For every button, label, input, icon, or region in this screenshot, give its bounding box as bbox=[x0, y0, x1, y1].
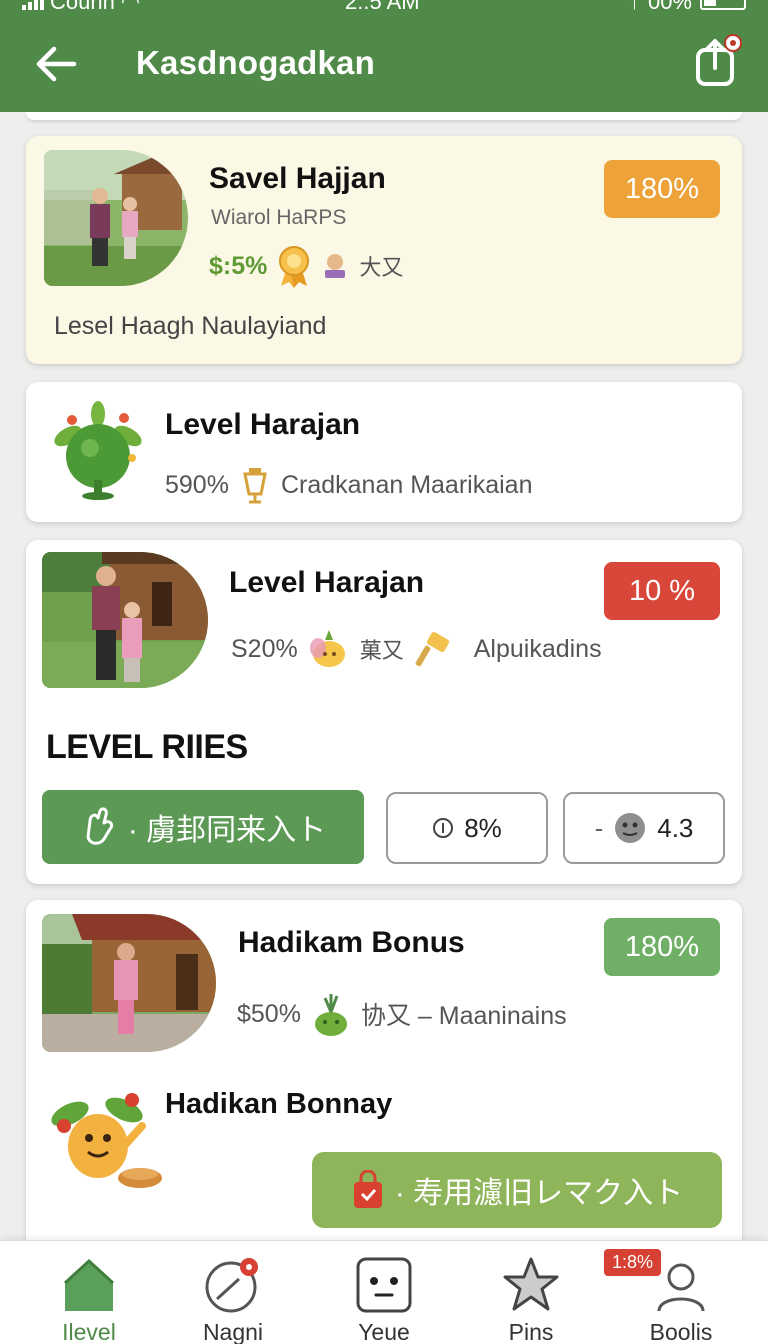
profile-photo bbox=[42, 552, 208, 688]
status-left: Couhn ◠ bbox=[22, 0, 141, 14]
content-scroll[interactable]: Savel Hajjan Wiarol HaRPS $:5% 大又 Lesel … bbox=[0, 112, 768, 1240]
hammer-icon bbox=[415, 632, 449, 667]
percent-chip[interactable]: 8% bbox=[386, 792, 548, 864]
location-text: Alpuikadins bbox=[473, 634, 602, 663]
stat-value: $50% bbox=[237, 999, 301, 1028]
shopping-bag-icon bbox=[353, 1170, 382, 1208]
pineapple-icon bbox=[309, 630, 345, 667]
rating-chip[interactable]: - 4.3 bbox=[563, 792, 725, 864]
arrow-left-icon bbox=[36, 46, 77, 82]
player-stats: $:5% 大又 bbox=[209, 244, 403, 288]
carrier-name: Couhn bbox=[50, 0, 115, 14]
level-stats: 590% Cradkanan Maarikaian bbox=[165, 466, 532, 504]
nav-label: Ilevel bbox=[62, 1319, 116, 1344]
share-button[interactable] bbox=[694, 34, 742, 88]
info-icon bbox=[433, 818, 454, 838]
location-text: Cradkanan Maarikaian bbox=[280, 470, 533, 499]
profile-photo bbox=[42, 914, 216, 1052]
percent-chip-value: 8% bbox=[464, 812, 502, 843]
nav-item-boolis[interactable]: 1:8% Boolis bbox=[604, 1241, 756, 1344]
percent-badge: 180% bbox=[604, 160, 720, 218]
nav-label: Yeue bbox=[358, 1319, 410, 1344]
signal-icon bbox=[22, 0, 44, 10]
bonus-claim-label: · 寿用濾旧レマク入ト bbox=[394, 1177, 684, 1210]
star-icon bbox=[503, 1257, 559, 1311]
stat-value: $:5% bbox=[209, 251, 268, 280]
section-title: LEVEL RIIES bbox=[46, 728, 248, 766]
nav-item-nagni[interactable]: Nagni bbox=[158, 1241, 308, 1344]
bonus-subtitle: Hadikan Bonnay bbox=[165, 1088, 393, 1120]
nav-label: Pins bbox=[508, 1319, 554, 1344]
join-button-label: · 虜邽同来入ト bbox=[127, 814, 327, 847]
battery-percent: 00% bbox=[647, 0, 692, 14]
app-bar: Couhn ◠ 2:.5 AM ↑ 00% Kasdnogadkan bbox=[0, 0, 768, 112]
wifi-icon: ◠ bbox=[120, 0, 141, 14]
hand-wave-icon bbox=[86, 807, 113, 845]
nav-item-level[interactable]: Ilevel bbox=[14, 1241, 164, 1344]
lantern-icon bbox=[243, 468, 267, 504]
bonus-card[interactable]: Hadikam Bonus $50% 协又 – Maaninains 180% … bbox=[26, 900, 742, 1240]
player-name: Savel Hajjan bbox=[209, 162, 386, 195]
plant-mascot-icon bbox=[54, 401, 142, 500]
emoji-face-icon bbox=[615, 813, 646, 843]
level-name: Level Harajan bbox=[229, 566, 425, 599]
stat-value: 590% bbox=[165, 470, 229, 499]
stat-value: S20% bbox=[231, 634, 298, 663]
status-time: 2:.5 AM bbox=[345, 0, 420, 14]
status-bar: Couhn ◠ 2:.5 AM ↑ 00% bbox=[0, 0, 768, 16]
level-stats: S20% 菓又 Alpuikadins bbox=[231, 630, 602, 668]
fruit-mascot-icon bbox=[51, 1093, 162, 1188]
bonus-name: Hadikam Bonus bbox=[238, 926, 465, 959]
level-name: Level Harajan bbox=[165, 408, 361, 441]
nav-label: Boolis bbox=[649, 1319, 713, 1344]
extra-text: 协又 – Maaninains bbox=[360, 1002, 567, 1030]
status-right: ↑ 00% bbox=[628, 0, 746, 14]
previous-card-edge bbox=[26, 112, 742, 120]
nav-label: Nagni bbox=[202, 1319, 264, 1344]
profile-photo bbox=[44, 150, 188, 286]
home-icon bbox=[63, 1258, 115, 1311]
sprout-icon bbox=[314, 994, 347, 1036]
back-button[interactable] bbox=[30, 40, 82, 88]
bottom-navigation: Ilevel Nagni Yeue Pins 1:8% Boolis bbox=[0, 1240, 768, 1344]
notification-dot bbox=[724, 34, 742, 52]
card-note: Lesel Haagh Naulayiand bbox=[54, 312, 327, 340]
page-title: Kasdnogadkan bbox=[136, 44, 375, 81]
bonus-claim-button[interactable]: · 寿用濾旧レマク入ト bbox=[312, 1152, 722, 1228]
medal-icon bbox=[279, 246, 310, 288]
percent-badge: 180% bbox=[604, 918, 720, 976]
player-subtitle: Wiarol HaRPS bbox=[211, 206, 347, 229]
face-icon bbox=[356, 1257, 412, 1313]
extra-text: 菓又 bbox=[359, 638, 404, 663]
compass-icon bbox=[205, 1258, 258, 1313]
nav-item-yeue[interactable]: Yeue bbox=[309, 1241, 459, 1344]
nav-badge: 1:8% bbox=[604, 1249, 662, 1276]
battery-icon bbox=[700, 0, 746, 10]
extra-text: 大又 bbox=[359, 255, 404, 280]
bonus-stats: $50% 协又 – Maaninains bbox=[237, 992, 567, 1036]
join-button[interactable]: · 虜邽同来入ト bbox=[42, 790, 364, 864]
rating-value: 4.3 bbox=[657, 812, 694, 843]
percent-badge: 10 % bbox=[604, 562, 720, 620]
trophy-icon bbox=[325, 254, 346, 278]
level-card-expanded[interactable]: Level Harajan S20% 菓又 Alpuikadins 10 % L… bbox=[26, 540, 742, 884]
rating-dash: - bbox=[594, 812, 604, 843]
level-card[interactable]: Level Harajan 590% Cradkanan Maarikaian bbox=[26, 382, 742, 522]
featured-card[interactable]: Savel Hajjan Wiarol HaRPS $:5% 大又 Lesel … bbox=[26, 136, 742, 364]
nav-item-pins[interactable]: Pins bbox=[456, 1241, 606, 1344]
location-icon: ↑ bbox=[628, 0, 640, 14]
